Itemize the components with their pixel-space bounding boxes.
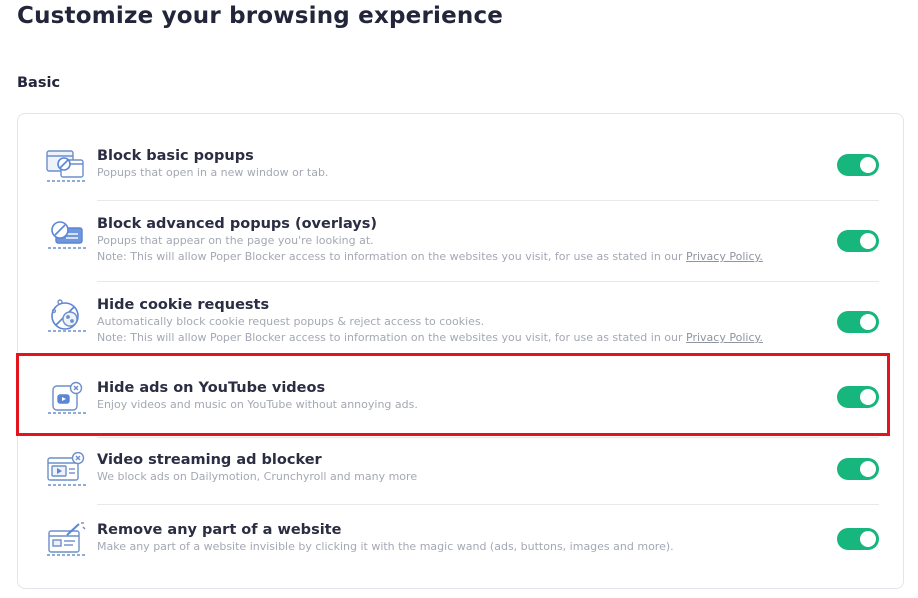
row-divider	[97, 281, 879, 282]
setting-description: Popups that appear on the page you're lo…	[97, 234, 374, 247]
toggle-knob	[860, 233, 876, 249]
setting-title: Block basic popups	[97, 148, 254, 164]
setting-title: Remove any part of a website	[97, 522, 342, 538]
setting-description: We block ads on Dailymotion, Crunchyroll…	[97, 470, 418, 483]
toggle-advanced-popups[interactable]	[837, 230, 879, 252]
toggle-knob	[860, 157, 876, 173]
setting-title: Hide cookie requests	[97, 297, 270, 313]
setting-row-magic-wand: Remove any part of a website Make any pa…	[46, 522, 879, 562]
setting-row-cookies: Hide cookie requests Automatically block…	[46, 297, 879, 347]
youtube-ads-icon	[46, 380, 88, 416]
setting-title: Block advanced popups (overlays)	[97, 216, 377, 232]
setting-row-youtube-ads: Hide ads on YouTube videos Enjoy videos …	[46, 380, 879, 420]
setting-description: Automatically block cookie request popup…	[97, 315, 485, 328]
row-divider	[97, 504, 879, 505]
row-divider	[97, 437, 879, 438]
magic-wand-icon	[46, 522, 88, 558]
setting-note: Note: This will allow Poper Blocker acce…	[97, 331, 763, 344]
setting-title: Video streaming ad blocker	[97, 452, 322, 468]
setting-note: Note: This will allow Poper Blocker acce…	[97, 250, 763, 263]
toggle-knob	[860, 531, 876, 547]
toggle-youtube-ads[interactable]	[837, 386, 879, 408]
setting-row-advanced-popups: Block advanced popups (overlays) Popups …	[46, 216, 879, 266]
page-title: Customize your browsing experience	[17, 3, 504, 29]
setting-row-basic-popups: Block basic popups Popups that open in a…	[46, 148, 879, 188]
toggle-remove-website-part[interactable]	[837, 528, 879, 550]
toggle-basic-popups[interactable]	[837, 154, 879, 176]
row-divider	[97, 200, 879, 201]
setting-row-video-streaming: Video streaming ad blocker We block ads …	[46, 452, 879, 492]
video-streaming-icon	[46, 452, 88, 488]
setting-description: Enjoy videos and music on YouTube withou…	[97, 398, 418, 411]
settings-card: Block basic popups Popups that open in a…	[17, 113, 904, 589]
toggle-video-streaming[interactable]	[837, 458, 879, 480]
toggle-cookie-requests[interactable]	[837, 311, 879, 333]
setting-description: Popups that open in a new window or tab.	[97, 166, 329, 179]
section-title-basic: Basic	[17, 75, 61, 91]
setting-description: Make any part of a website invisible by …	[97, 540, 674, 553]
overlay-popup-icon	[46, 216, 88, 252]
privacy-policy-link[interactable]: Privacy Policy.	[686, 331, 763, 344]
setting-title: Hide ads on YouTube videos	[97, 380, 326, 396]
toggle-knob	[860, 314, 876, 330]
toggle-knob	[860, 389, 876, 405]
cookie-icon	[46, 297, 88, 333]
privacy-policy-link[interactable]: Privacy Policy.	[686, 250, 763, 263]
toggle-knob	[860, 461, 876, 477]
popup-window-icon	[46, 148, 88, 184]
